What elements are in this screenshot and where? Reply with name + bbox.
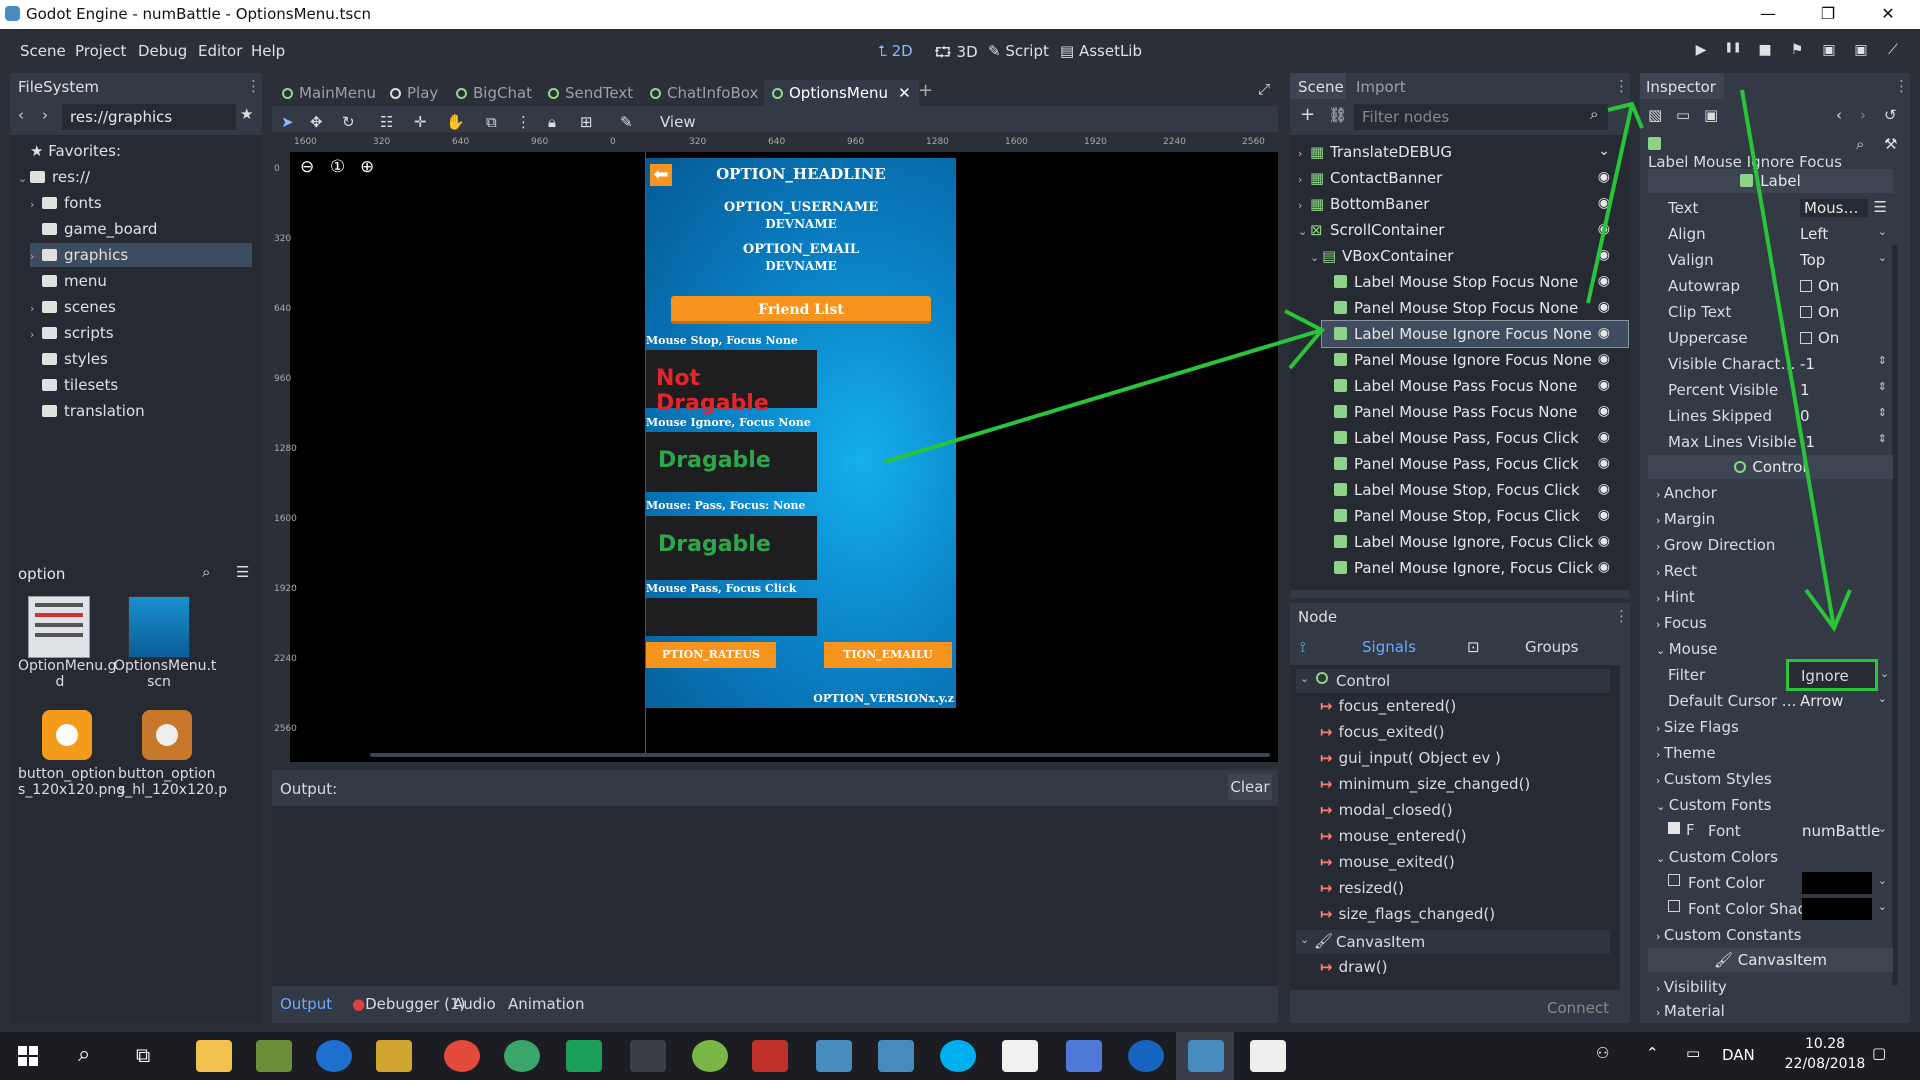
annotation-arrows <box>883 89 1852 633</box>
chrome-icon[interactable] <box>444 1040 480 1072</box>
arrow-viewport-to-node <box>883 309 1326 464</box>
windows-start-icon[interactable] <box>18 1046 38 1066</box>
app-icon[interactable] <box>752 1040 788 1072</box>
app-icon[interactable] <box>256 1040 292 1072</box>
pycharm-icon[interactable] <box>566 1040 602 1072</box>
maps-icon[interactable] <box>1128 1040 1164 1072</box>
clock-time[interactable]: 10.28 <box>1790 1036 1860 1052</box>
taskbar: ⌕ ⧉ ⚇ ⌃ ▭ DAN 10.28 22/08/2018 ▢ <box>0 1032 1920 1080</box>
task-view-icon[interactable]: ⧉ <box>136 1043 150 1067</box>
language-indicator[interactable]: DAN <box>1722 1046 1755 1064</box>
godot-icon[interactable] <box>816 1040 852 1072</box>
godot-icon[interactable] <box>1188 1040 1224 1072</box>
arrow-inspector-to-filter <box>1740 89 1852 633</box>
godot-icon[interactable] <box>878 1040 914 1072</box>
terminal-icon[interactable] <box>630 1040 666 1072</box>
people-icon[interactable]: ⚇ <box>1596 1044 1609 1062</box>
android-icon[interactable] <box>692 1040 728 1072</box>
search-icon[interactable]: ⌕ <box>78 1042 90 1067</box>
app-icon[interactable] <box>504 1040 540 1072</box>
skype-icon[interactable] <box>940 1040 976 1072</box>
notes-icon[interactable] <box>1002 1040 1038 1072</box>
battery-icon[interactable]: ▭ <box>1686 1044 1700 1062</box>
arrow-node-to-inspector-tab <box>1586 101 1644 304</box>
notifications-icon[interactable]: ▢ <box>1872 1044 1886 1062</box>
chevron-up-icon[interactable]: ⌃ <box>1646 1044 1659 1062</box>
edge-icon[interactable] <box>316 1040 352 1072</box>
calculator-icon[interactable] <box>1250 1040 1286 1072</box>
app-icon[interactable] <box>1066 1040 1102 1072</box>
file-explorer-icon[interactable] <box>196 1040 232 1072</box>
clock-date[interactable]: 22/08/2018 <box>1780 1056 1870 1072</box>
app-icon[interactable] <box>376 1040 412 1072</box>
